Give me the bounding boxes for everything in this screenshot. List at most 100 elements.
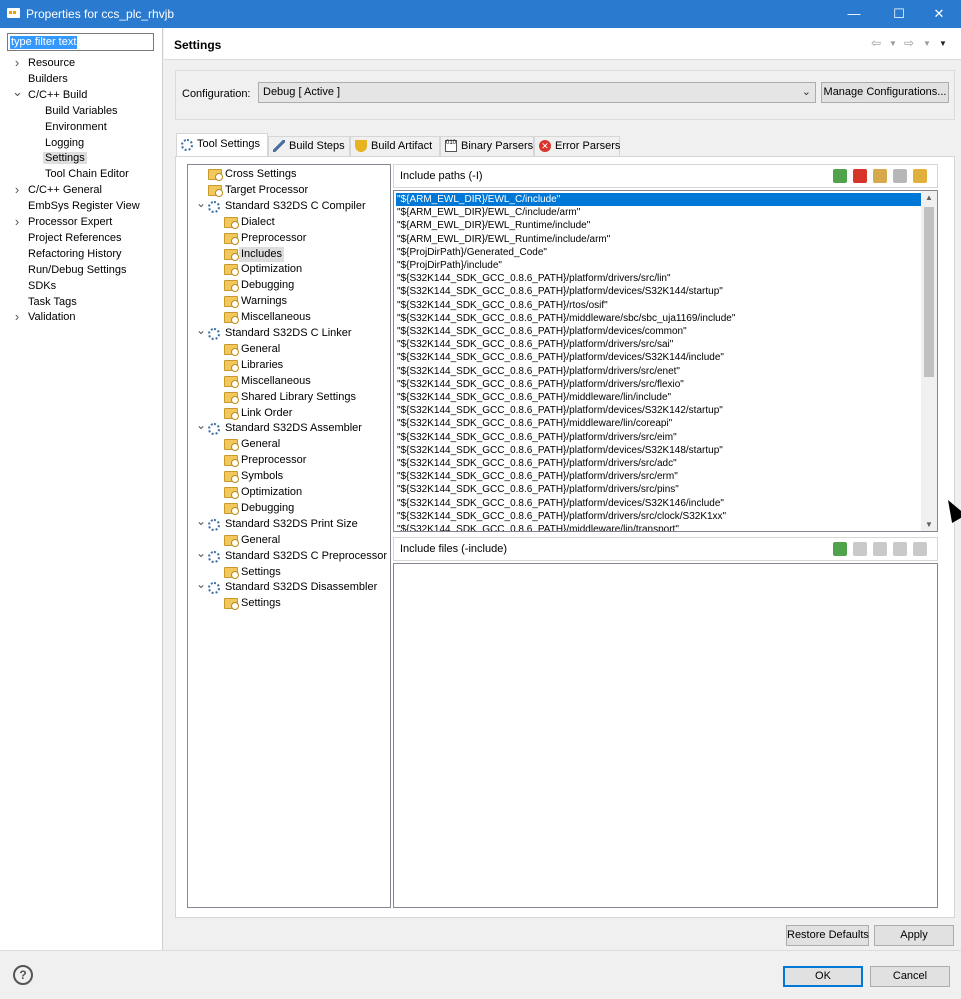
cancel-button[interactable]: Cancel (870, 966, 950, 987)
chevron-down-icon[interactable]: ⌄ (196, 514, 206, 529)
apply-button[interactable]: Apply (874, 925, 954, 946)
restore-defaults-button[interactable]: Restore Defaults (786, 925, 869, 946)
include-path-row[interactable]: "${S32K144_SDK_GCC_0.8.6_PATH}/platform/… (396, 365, 680, 378)
close-window-button[interactable]: ✕ (919, 0, 959, 28)
include-path-row[interactable]: "${S32K144_SDK_GCC_0.8.6_PATH}/middlewar… (396, 391, 671, 404)
chevron-down-icon[interactable]: ⌄ (196, 546, 206, 561)
tab-label: Build Artifact (371, 140, 433, 152)
chevron-down-icon[interactable]: ⌄ (12, 84, 23, 100)
chevron-down-icon[interactable]: ⌄ (196, 418, 206, 433)
sidebar-item[interactable]: › Processor Expert (15, 214, 113, 230)
add-path-icon[interactable] (833, 169, 847, 183)
tab-binary-parsers[interactable]: 010 Binary Parsers (440, 136, 534, 156)
settings-folder-icon (224, 439, 239, 452)
scroll-up-icon[interactable]: ▲ (923, 193, 935, 202)
sidebar-item-label: Tool Chain Editor (45, 168, 129, 181)
edit-file-icon[interactable] (873, 542, 887, 556)
forward-arrow-icon[interactable]: ⇨ (904, 36, 914, 50)
include-path-row[interactable]: "${S32K144_SDK_GCC_0.8.6_PATH}/platform/… (396, 338, 673, 351)
chevron-down-icon[interactable]: ⌄ (196, 323, 206, 338)
include-path-row[interactable]: "${S32K144_SDK_GCC_0.8.6_PATH}/platform/… (396, 457, 677, 470)
settings-folder-icon (224, 280, 239, 293)
include-path-row[interactable]: "${S32K144_SDK_GCC_0.8.6_PATH}/platform/… (396, 285, 723, 298)
include-path-row[interactable]: "${S32K144_SDK_GCC_0.8.6_PATH}/platform/… (396, 497, 724, 510)
tree-item-label: Optimization (241, 263, 303, 276)
include-path-row[interactable]: "${ARM_EWL_DIR}/EWL_C/include/arm" (396, 206, 580, 219)
include-path-row[interactable]: "${S32K144_SDK_GCC_0.8.6_PATH}/platform/… (396, 378, 684, 391)
chevron-right-icon[interactable]: › (12, 214, 22, 230)
chevron-down-icon[interactable]: ⌄ (196, 577, 206, 592)
chevron-down-icon[interactable]: ⌄ (196, 196, 206, 211)
sidebar-item[interactable]: › Validation (15, 309, 76, 325)
include-path-row[interactable]: "${S32K144_SDK_GCC_0.8.6_PATH}/rtos/osif… (396, 299, 608, 312)
sidebar-item-label: C/C++ General (28, 184, 102, 197)
tab-build-artifact[interactable]: Build Artifact (350, 136, 440, 156)
move-down-icon[interactable] (913, 542, 927, 556)
include-path-row[interactable]: "${ARM_EWL_DIR}/EWL_Runtime/include/arm" (396, 233, 610, 246)
move-up-icon[interactable] (893, 542, 907, 556)
sidebar-item[interactable]: Run/Debug Settings (28, 262, 126, 278)
manage-configurations-button[interactable]: Manage Configurations... (821, 82, 949, 103)
chevron-right-icon[interactable]: › (12, 309, 22, 325)
sidebar-item[interactable]: Environment (45, 119, 107, 135)
maximize-button[interactable]: ☐ (879, 0, 919, 28)
tab-build-steps[interactable]: Build Steps (268, 136, 350, 156)
view-menu-icon[interactable]: ▼ (939, 39, 947, 48)
include-path-row[interactable]: "${ProjDirPath}/Generated_Code" (396, 246, 547, 259)
tree-item-label: Standard S32DS C Linker (225, 327, 352, 339)
add-file-icon[interactable] (833, 542, 847, 556)
sidebar-item-label: Builders (28, 72, 68, 85)
move-up-icon[interactable] (893, 169, 907, 183)
include-path-row[interactable]: "${ARM_EWL_DIR}/EWL_Runtime/include" (396, 219, 590, 232)
include-path-row[interactable]: "${S32K144_SDK_GCC_0.8.6_PATH}/platform/… (396, 325, 687, 338)
include-path-row[interactable]: "${S32K144_SDK_GCC_0.8.6_PATH}/middlewar… (396, 523, 679, 531)
include-path-row[interactable]: "${S32K144_SDK_GCC_0.8.6_PATH}/platform/… (396, 404, 723, 417)
edit-path-icon[interactable] (873, 169, 887, 183)
sidebar-item[interactable]: Builders (28, 71, 68, 87)
sidebar-item[interactable]: SDKs (28, 278, 56, 294)
include-path-row[interactable]: "${S32K144_SDK_GCC_0.8.6_PATH}/platform/… (396, 431, 677, 444)
include-path-row[interactable]: "${S32K144_SDK_GCC_0.8.6_PATH}/platform/… (396, 272, 671, 285)
sidebar-item[interactable]: › C/C++ General (15, 182, 102, 198)
filter-input[interactable]: type filter text (7, 33, 154, 51)
include-paths-scrollbar[interactable]: ▲ ▼ (921, 191, 937, 531)
scroll-down-icon[interactable]: ▼ (923, 520, 935, 529)
include-path-row[interactable]: "${S32K144_SDK_GCC_0.8.6_PATH}/platform/… (396, 444, 723, 457)
ok-button[interactable]: OK (783, 966, 863, 987)
minimize-button[interactable]: — (834, 0, 874, 28)
sidebar-item[interactable]: ⌄ C/C++ Build (12, 84, 87, 103)
chevron-right-icon[interactable]: › (12, 182, 22, 198)
include-path-row[interactable]: "${S32K144_SDK_GCC_0.8.6_PATH}/middlewar… (396, 417, 672, 430)
sidebar-item[interactable]: Logging (45, 135, 84, 151)
include-path-row[interactable]: "${ProjDirPath}/include" (396, 259, 502, 272)
tab-error-parsers[interactable]: ✕ Error Parsers (534, 136, 620, 156)
sidebar-item[interactable]: Project References (28, 230, 122, 246)
sidebar-item[interactable]: Tool Chain Editor (45, 166, 129, 182)
sidebar-item[interactable]: Task Tags (28, 294, 77, 310)
tool-settings-tree: Cross Settings Target Processor ⌄ Standard … (187, 164, 391, 908)
include-path-row[interactable]: "${ARM_EWL_DIR}/EWL_C/include" (396, 193, 921, 206)
help-icon[interactable]: ? (13, 965, 33, 985)
sidebar-item[interactable]: EmbSys Register View (28, 198, 140, 214)
include-paths-list[interactable]: "${ARM_EWL_DIR}/EWL_C/include" "${ARM_EWL… (393, 190, 938, 532)
scroll-thumb[interactable] (924, 207, 934, 377)
chevron-right-icon[interactable]: › (12, 55, 22, 71)
tab-tool-settings[interactable]: Tool Settings (176, 133, 268, 157)
delete-file-icon[interactable] (853, 542, 867, 556)
include-path-row[interactable]: "${S32K144_SDK_GCC_0.8.6_PATH}/platform/… (396, 470, 678, 483)
back-dropdown-icon[interactable]: ▼ (889, 39, 897, 48)
forward-dropdown-icon[interactable]: ▼ (923, 39, 931, 48)
move-down-icon[interactable] (913, 169, 927, 183)
include-files-list[interactable] (393, 563, 938, 908)
sidebar-item[interactable]: Build Variables (45, 103, 118, 119)
include-path-row[interactable]: "${S32K144_SDK_GCC_0.8.6_PATH}/middlewar… (396, 312, 735, 325)
delete-path-icon[interactable] (853, 169, 867, 183)
sidebar-item[interactable]: Refactoring History (28, 246, 122, 262)
sidebar-item[interactable]: › Resource (15, 55, 75, 71)
back-arrow-icon[interactable]: ⇦ (871, 36, 881, 50)
include-path-row[interactable]: "${S32K144_SDK_GCC_0.8.6_PATH}/platform/… (396, 351, 724, 364)
include-path-row[interactable]: "${S32K144_SDK_GCC_0.8.6_PATH}/platform/… (396, 483, 679, 496)
configuration-select[interactable]: Debug [ Active ] ⌄ (258, 82, 816, 103)
sidebar-item[interactable]: Settings (43, 150, 87, 166)
include-path-row[interactable]: "${S32K144_SDK_GCC_0.8.6_PATH}/platform/… (396, 510, 726, 523)
